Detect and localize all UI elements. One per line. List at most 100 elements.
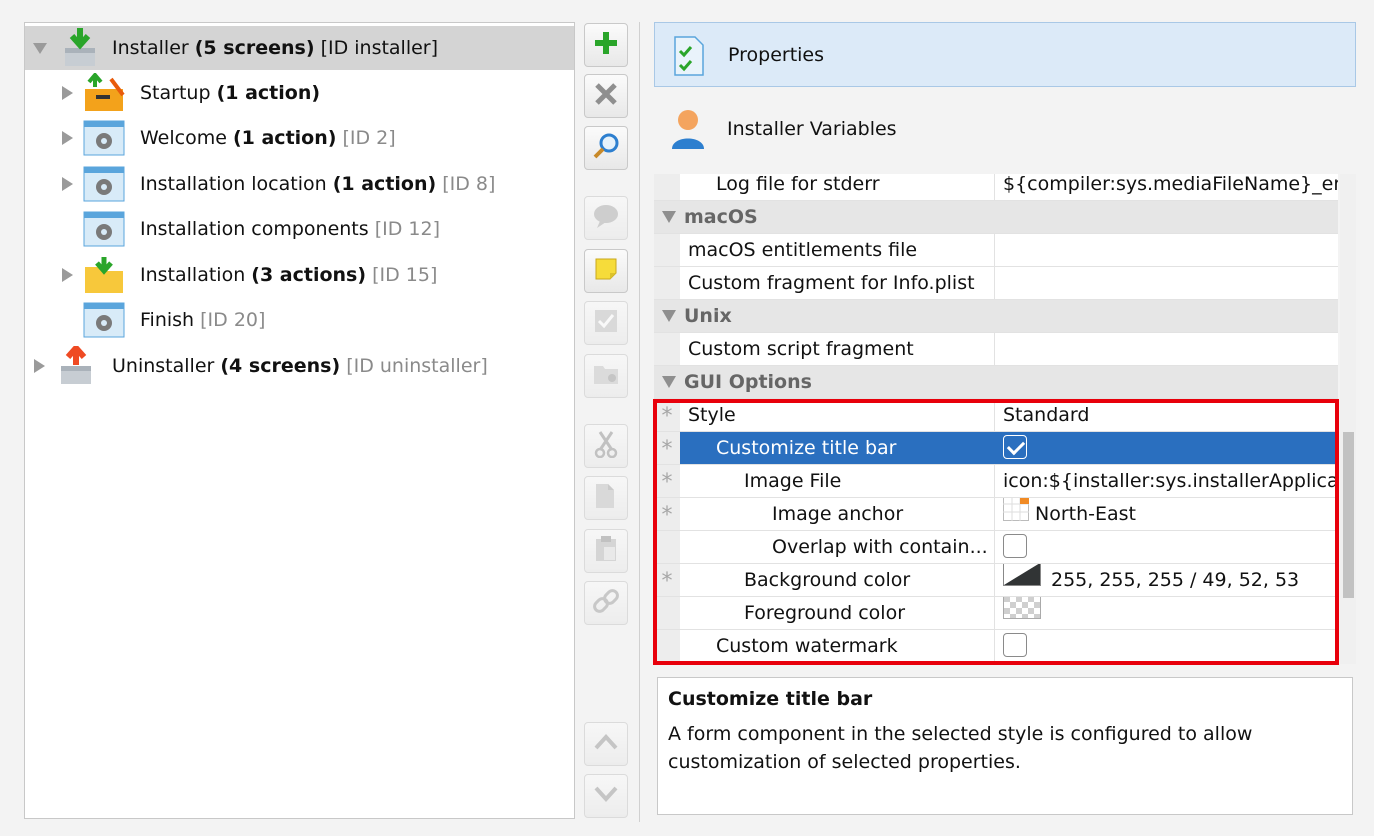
- category-gui-options[interactable]: GUI Options: [654, 366, 1338, 399]
- property-row-image-anchor[interactable]: * Image anchor North-East: [654, 498, 1338, 531]
- property-row-custom-script[interactable]: Custom script fragment: [654, 333, 1338, 366]
- tree-item-id: [ID 12]: [374, 218, 440, 240]
- move-up-button[interactable]: [584, 722, 628, 766]
- modified-marker: *: [654, 564, 680, 596]
- tree-item-installation-location[interactable]: Installation location (1 action) [ID 8]: [25, 162, 574, 206]
- property-name: Custom fragment for Info.plist: [688, 272, 975, 294]
- cut-button[interactable]: [584, 424, 628, 468]
- panel-divider[interactable]: [639, 22, 640, 822]
- add-button[interactable]: [584, 23, 628, 67]
- move-down-button[interactable]: [584, 774, 628, 818]
- modified-marker: *: [654, 432, 680, 464]
- row-gutter: [654, 531, 680, 563]
- collapse-arrow-icon[interactable]: [33, 43, 47, 54]
- modified-marker: *: [654, 498, 680, 530]
- folder-button[interactable]: [584, 354, 628, 398]
- link-button[interactable]: [584, 581, 628, 625]
- property-row-background-color[interactable]: * Background color 255, 255, 255 / 49, 5…: [654, 564, 1338, 597]
- installer-variables-label: Installer Variables: [727, 118, 897, 140]
- property-row-customize-title-bar[interactable]: * Customize title bar: [654, 432, 1338, 465]
- row-gutter: [654, 267, 680, 299]
- property-value: 255, 255, 255 / 49, 52, 53: [1051, 569, 1300, 591]
- collapse-arrow-icon[interactable]: [662, 310, 676, 322]
- property-value[interactable]: ${compiler:sys.mediaFileName}_err...: [994, 174, 1338, 200]
- property-row-style[interactable]: * Style Standard: [654, 399, 1338, 432]
- property-grid[interactable]: Log file for stderr ${compiler:sys.media…: [654, 174, 1338, 664]
- row-gutter: [654, 234, 680, 266]
- tree-item-uninstaller[interactable]: Uninstaller (4 screens) [ID uninstaller]: [25, 343, 574, 388]
- category-label: GUI Options: [684, 371, 812, 393]
- tree-item-id: [ID uninstaller]: [346, 355, 488, 377]
- search-button[interactable]: [584, 126, 628, 170]
- property-name: Style: [688, 404, 736, 426]
- screen-gear-icon: [83, 118, 125, 158]
- note-button[interactable]: [584, 249, 628, 293]
- collapse-arrow-icon[interactable]: [662, 211, 676, 223]
- check-button[interactable]: [584, 301, 628, 345]
- help-panel: Customize title bar A form component in …: [657, 677, 1353, 815]
- customize-title-bar-checkbox[interactable]: [1003, 435, 1027, 459]
- comment-button[interactable]: [584, 196, 628, 240]
- custom-watermark-checkbox[interactable]: [1003, 633, 1027, 657]
- tree-item-finish[interactable]: Finish [ID 20]: [25, 298, 574, 342]
- move-down-icon: [593, 785, 619, 807]
- tree-item-id: [ID 2]: [342, 127, 396, 149]
- tree-item-startup[interactable]: Startup (1 action): [25, 71, 574, 115]
- category-macos[interactable]: macOS: [654, 201, 1338, 234]
- scrollbar-thumb[interactable]: [1343, 432, 1354, 598]
- installer-variables-section-header[interactable]: Installer Variables: [654, 98, 1356, 160]
- category-unix[interactable]: Unix: [654, 300, 1338, 333]
- color-swatch-icon: [1003, 564, 1041, 596]
- folder-icon: [592, 362, 620, 390]
- property-row-custom-watermark[interactable]: Custom watermark: [654, 630, 1338, 663]
- screens-tree[interactable]: Installer (5 screens) [ID installer] Sta…: [24, 22, 575, 819]
- expand-arrow-icon[interactable]: [62, 268, 73, 282]
- tree-item-count: (1 action): [332, 173, 437, 195]
- property-value[interactable]: [994, 234, 1338, 266]
- tree-item-label: Welcome: [140, 127, 227, 149]
- tree-item-id: [ID 15]: [372, 264, 438, 286]
- search-icon: [592, 132, 620, 164]
- row-gutter: [654, 630, 680, 662]
- expand-arrow-icon[interactable]: [62, 86, 73, 100]
- tree-item-welcome[interactable]: Welcome (1 action) [ID 2]: [25, 116, 574, 160]
- tree-item-installer[interactable]: Installer (5 screens) [ID installer]: [25, 26, 574, 70]
- expand-arrow-icon[interactable]: [34, 359, 45, 373]
- properties-section-header[interactable]: Properties: [654, 22, 1356, 87]
- category-label: macOS: [684, 206, 758, 228]
- modified-marker: *: [654, 399, 680, 431]
- tree-item-count: (3 actions): [251, 264, 367, 286]
- paste-button[interactable]: [584, 529, 628, 573]
- tree-item-label: Uninstaller: [112, 355, 215, 377]
- property-value[interactable]: [994, 333, 1338, 365]
- property-row-foreground-color[interactable]: Foreground color: [654, 597, 1338, 630]
- property-value[interactable]: [994, 267, 1338, 299]
- property-value[interactable]: Standard: [994, 399, 1338, 431]
- property-row-custom-fragment-plist[interactable]: Custom fragment for Info.plist: [654, 267, 1338, 300]
- link-icon: [592, 587, 620, 619]
- copy-icon: [594, 482, 618, 514]
- overlap-checkbox[interactable]: [1003, 534, 1027, 558]
- row-gutter: [654, 174, 680, 200]
- collapse-arrow-icon[interactable]: [662, 376, 676, 388]
- property-row-image-file[interactable]: * Image File icon:${installer:sys.instal…: [654, 465, 1338, 498]
- tree-item-installation-components[interactable]: Installation components [ID 12]: [25, 207, 574, 251]
- screen-gear-icon: [83, 300, 125, 340]
- property-row-macos-entitlements[interactable]: macOS entitlements file: [654, 234, 1338, 267]
- transparent-swatch-icon: [1003, 597, 1041, 629]
- property-value: North-East: [1035, 503, 1136, 525]
- tree-item-installation[interactable]: Installation (3 actions) [ID 15]: [25, 253, 574, 297]
- copy-button[interactable]: [584, 476, 628, 520]
- expand-arrow-icon[interactable]: [62, 177, 73, 191]
- property-row-log-stderr[interactable]: Log file for stderr ${compiler:sys.media…: [654, 174, 1338, 201]
- property-name: Log file for stderr: [716, 174, 880, 195]
- tree-item-count: (5 screens): [194, 37, 315, 59]
- delete-button[interactable]: [584, 74, 628, 118]
- expand-arrow-icon[interactable]: [62, 131, 73, 145]
- properties-icon: [671, 35, 707, 81]
- tree-item-label: Installation: [140, 264, 246, 286]
- property-row-overlap[interactable]: Overlap with contain...: [654, 531, 1338, 564]
- check-icon: [593, 308, 619, 338]
- property-value[interactable]: icon:${installer:sys.installerApplica...: [994, 465, 1338, 497]
- screen-gear-icon: [83, 164, 125, 204]
